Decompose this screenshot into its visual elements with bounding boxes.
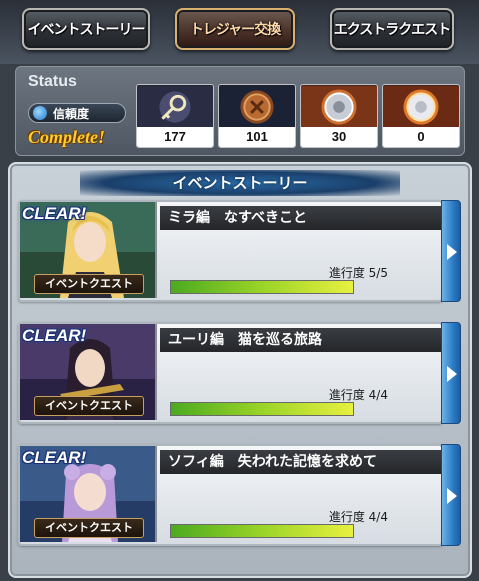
progress-bar (170, 524, 354, 538)
quest-thumbnail: CLEAR! イベントクエスト (20, 446, 157, 542)
progress-fill (171, 403, 353, 415)
item-count: 0 (383, 127, 459, 147)
clear-badge: CLEAR! (22, 326, 87, 345)
clear-badge: CLEAR! (22, 448, 87, 467)
clear-badge: CLEAR! (22, 204, 87, 223)
quest-title: ソフィ編 失われた記憶を求めて (160, 450, 441, 474)
section-title: イベントストーリー (80, 170, 400, 196)
item-slot[interactable]: 0 (382, 84, 460, 148)
quest-thumbnail: CLEAR! イベントクエスト (20, 202, 157, 298)
item-count: 101 (219, 127, 295, 147)
arrow-right-icon (447, 488, 457, 504)
tab-event-story[interactable]: イベントストーリー (22, 8, 150, 50)
progress-label: 進行度 4/4 (328, 388, 388, 402)
open-quest-button[interactable] (441, 200, 461, 302)
progress-bar (170, 402, 354, 416)
item-slot[interactable]: 30 (300, 84, 378, 148)
thumb-label: イベントクエスト (34, 518, 144, 538)
arrow-right-icon (447, 244, 457, 260)
open-quest-button[interactable] (441, 444, 461, 546)
item-count: 177 (137, 127, 213, 147)
gold-orb-icon (383, 85, 459, 129)
key-treasure-icon (137, 85, 213, 129)
item-count: 30 (301, 127, 377, 147)
progress-label: 進行度 5/5 (328, 266, 388, 280)
status-title: Status (28, 73, 77, 90)
progress-fill (171, 281, 353, 293)
thumb-label: イベントクエスト (34, 274, 144, 294)
silver-orb-icon (301, 85, 377, 129)
quest-thumbnail: CLEAR! イベントクエスト (20, 324, 157, 420)
trust-icon (33, 106, 47, 120)
quest-title: ミラ編 なすべきこと (160, 206, 441, 230)
quest-card[interactable]: CLEAR! イベントクエスト ユーリ編 猫を巡る旅路 進行度 4/4 (18, 322, 461, 424)
item-slot[interactable]: 177 (136, 84, 214, 148)
quest-card[interactable]: CLEAR! イベントクエスト ソフィ編 失われた記憶を求めて 進行度 4/4 (18, 444, 461, 546)
bronze-medal-icon (219, 85, 295, 129)
status-panel: Status 信頼度 Complete! 177 101 30 0 (15, 66, 465, 156)
tab-extra-quest[interactable]: エクストラクエスト (330, 8, 454, 50)
arrow-right-icon (447, 366, 457, 382)
progress-fill (171, 525, 353, 537)
progress-bar (170, 280, 354, 294)
item-slot[interactable]: 101 (218, 84, 296, 148)
open-quest-button[interactable] (441, 322, 461, 424)
progress-label: 進行度 4/4 (328, 510, 388, 524)
thumb-label: イベントクエスト (34, 396, 144, 416)
trust-label: 信頼度 (53, 106, 90, 121)
complete-text: Complete! (28, 127, 105, 147)
quest-card[interactable]: CLEAR! イベントクエスト ミラ編 なすべきこと 進行度 5/5 (18, 200, 461, 302)
quest-title: ユーリ編 猫を巡る旅路 (160, 328, 441, 352)
tab-treasure-exchange[interactable]: トレジャー交換 (175, 8, 295, 50)
trust-badge: 信頼度 (28, 103, 126, 123)
